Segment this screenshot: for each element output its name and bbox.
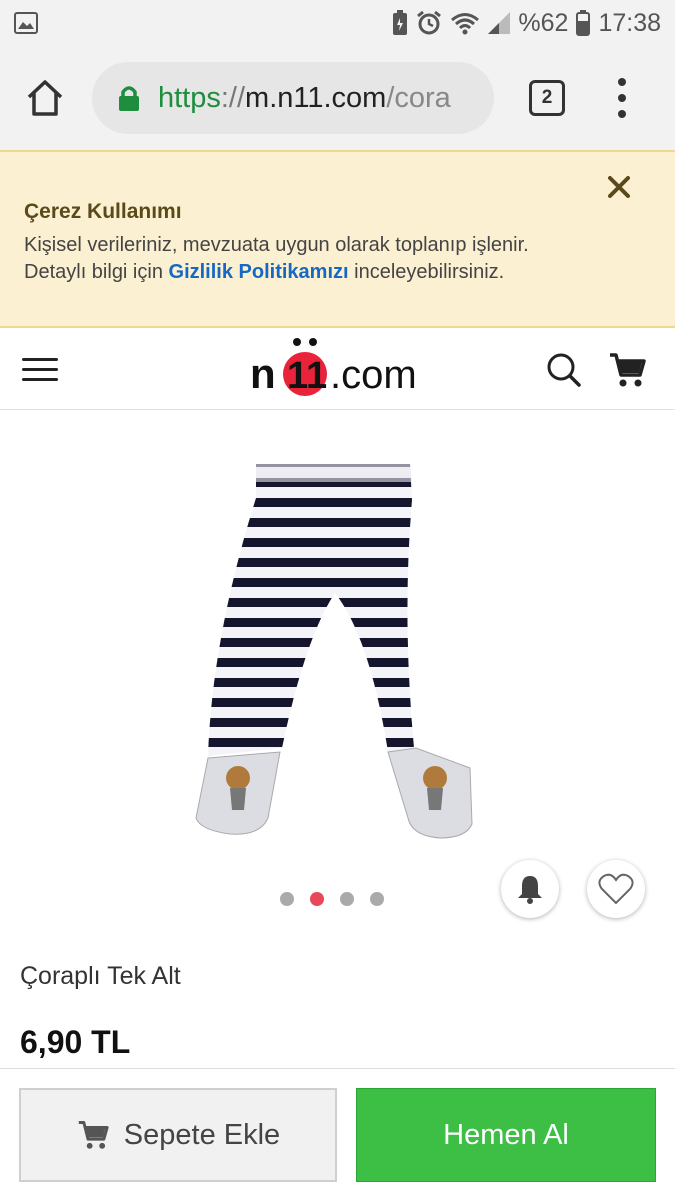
lock-icon <box>119 86 139 111</box>
cart-icon <box>610 353 646 387</box>
privacy-policy-link[interactable]: Gizlilik Politikamızı <box>169 261 349 283</box>
address-bar[interactable]: https://m.n11.com/cora <box>92 62 494 134</box>
logo-n: n <box>250 350 276 397</box>
status-bar: %62 17:38 <box>0 0 675 46</box>
cookie-title: Çerez Kullanımı <box>24 200 182 223</box>
more-icon <box>618 78 626 86</box>
add-to-cart-label: Sepete Ekle <box>123 1118 281 1151</box>
pagination-dot-active[interactable] <box>310 892 324 906</box>
url-separator: :// <box>220 81 246 114</box>
alarm-icon <box>416 10 442 36</box>
product-name: Çoraplı Tek Alt <box>20 962 181 990</box>
pagination-dot[interactable] <box>340 892 354 906</box>
pagination-dot[interactable] <box>280 892 294 906</box>
tab-switcher-button[interactable]: 2 <box>529 80 565 116</box>
search-button[interactable] <box>546 352 582 393</box>
cookie-close-button[interactable] <box>606 174 632 200</box>
close-icon <box>608 176 630 198</box>
site-logo[interactable]: n 11 .com <box>250 332 430 402</box>
pagination-dot[interactable] <box>370 892 384 906</box>
overflow-menu-button[interactable] <box>610 76 634 120</box>
home-button[interactable] <box>24 78 66 120</box>
logo-11: 11 <box>287 355 327 397</box>
hamburger-icon <box>22 358 58 361</box>
cart-icon <box>78 1121 109 1149</box>
buy-now-label: Hemen Al <box>443 1118 569 1151</box>
url-host: m.n11.com <box>245 81 387 114</box>
buy-now-button[interactable]: Hemen Al <box>356 1088 656 1182</box>
add-to-cart-button[interactable]: Sepete Ekle <box>19 1088 337 1182</box>
url-scheme: https <box>158 81 221 114</box>
bell-icon <box>518 876 542 904</box>
browser-toolbar: https://m.n11.com/cora 2 <box>0 46 675 150</box>
menu-button[interactable] <box>22 358 58 382</box>
image-pagination <box>280 892 384 906</box>
cookie-text: Kişisel verileriniz, mevzuata uygun olar… <box>24 232 644 286</box>
battery-text: %62 <box>518 8 569 37</box>
battery-icon <box>576 10 591 36</box>
clock: 17:38 <box>598 8 661 37</box>
cookie-line-2: Detaylı bilgi için Gizlilik Politikamızı… <box>24 261 505 283</box>
home-icon <box>27 80 63 116</box>
url-path: /cora <box>386 81 451 114</box>
product-price: 6,90 TL <box>20 1024 131 1060</box>
favorite-button[interactable] <box>587 860 645 918</box>
image-icon <box>14 12 38 39</box>
cookie-line-1: Kişisel verileriniz, mevzuata uygun olar… <box>24 234 529 256</box>
cookie-banner: Çerez Kullanımı Kişisel verileriniz, mev… <box>0 150 675 328</box>
heart-icon <box>598 873 634 905</box>
logo-com: .com <box>330 353 417 397</box>
search-icon <box>547 353 581 387</box>
wifi-icon <box>450 11 480 35</box>
price-alert-button[interactable] <box>501 860 559 918</box>
bottom-action-bar: Sepete Ekle Hemen Al <box>0 1068 675 1200</box>
product-image[interactable] <box>30 418 642 878</box>
cart-button[interactable] <box>608 352 646 393</box>
signal-icon <box>488 12 511 34</box>
battery-saver-icon <box>392 10 408 36</box>
